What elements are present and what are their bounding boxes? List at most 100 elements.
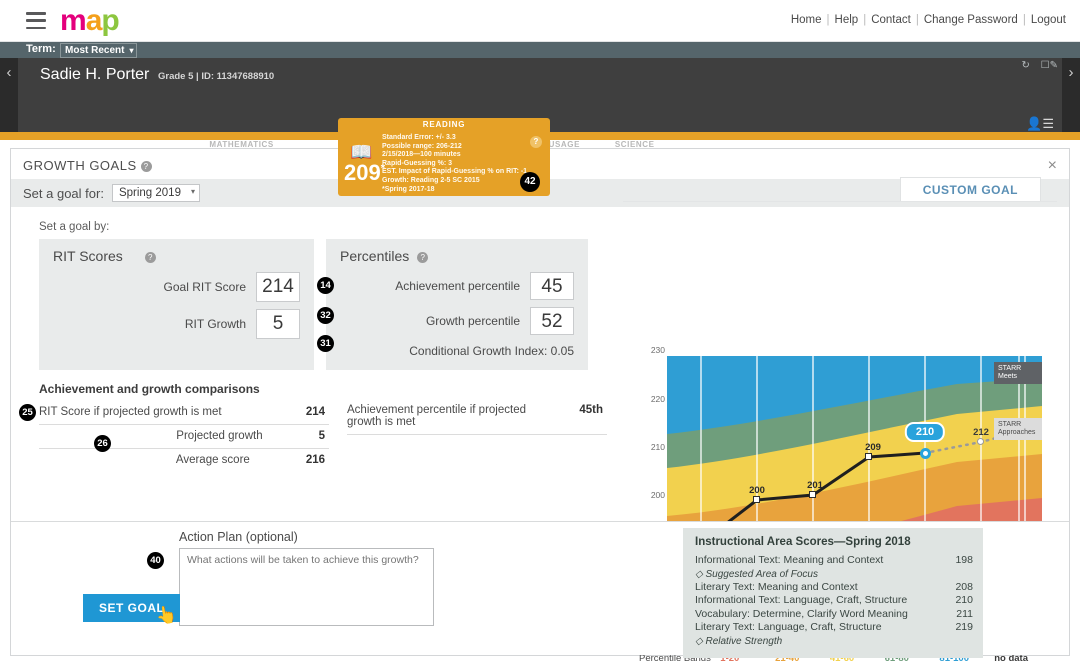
projection-point (977, 438, 984, 445)
map-logo: map (60, 4, 120, 37)
area-value: 198 (955, 554, 973, 566)
set-goal-for-label: Set a goal for: (23, 185, 104, 201)
area-label: Informational Text: Meaning and Context (695, 554, 884, 566)
rit-growth-label: RIT Growth (184, 317, 246, 331)
term-bar: Term: Most Recent (0, 42, 1080, 58)
point-label: 209 (865, 442, 881, 453)
list-item: Informational Text: Language, Craft, Str… (695, 594, 973, 608)
data-point (809, 491, 816, 498)
row-value: 5 (318, 430, 325, 442)
suggested-area-of-focus: ◇ Suggested Area of Focus (695, 568, 818, 580)
row-label: Average score (175, 454, 250, 466)
term-select[interactable]: Most Recent (60, 43, 138, 58)
bullet-26: 26 (94, 435, 111, 452)
reading-score-card[interactable]: READING 📖 209* Standard Error: +/- 3.3 P… (338, 118, 550, 196)
left-column: Set a goal by: RIT Scores? Goal RIT Scor… (11, 207, 623, 472)
instructional-areas-title: Instructional Area Scores—Spring 2018 (695, 536, 911, 548)
percentiles-help-icon[interactable]: ? (417, 252, 429, 263)
point-label: 200 (749, 485, 765, 496)
nav-contact[interactable]: Contact (871, 14, 911, 26)
achievement-percentile-input[interactable]: 45 (530, 272, 574, 300)
panel-title-text: GROWTH GOALS (23, 158, 137, 173)
row-value: 216 (305, 454, 325, 466)
row-label: RIT Score if projected growth is met (39, 406, 222, 418)
map-growth-goals-page: map Home | Help | Contact | Change Password | Lo… (0, 0, 1080, 664)
bullet-25: 25 (19, 404, 36, 421)
next-student-button[interactable]: › (1062, 58, 1080, 132)
row-value: 45th (579, 404, 603, 416)
nav-help[interactable]: Help (835, 14, 859, 26)
close-icon[interactable]: × (1048, 157, 1057, 175)
previous-student-button[interactable]: ‹ (0, 58, 18, 132)
nav-logout[interactable]: Logout (1031, 14, 1066, 26)
instructional-area-scores: Instructional Area Scores—Spring 2018 In… (683, 528, 983, 658)
growth-goals-help-icon[interactable]: ? (140, 161, 152, 172)
reading-score: 209* (344, 160, 385, 185)
reading-detail-line: *Spring 2017-18 (382, 185, 435, 193)
area-label: Informational Text: Language, Craft, Str… (695, 594, 908, 606)
bullet-14: 14 (317, 277, 334, 294)
y-tick: 220 (650, 394, 665, 404)
reading-label: READING (422, 120, 466, 129)
growth-percentile-input[interactable]: 52 (530, 307, 574, 335)
action-plan-section: Action Plan (optional) 40 (147, 530, 434, 629)
hamburger-icon[interactable] (26, 12, 46, 29)
area-value: 211 (956, 607, 973, 620)
reading-badge: 42 (520, 172, 540, 192)
list-item: Literary Text: Meaning and Context 208 (695, 581, 973, 595)
tab-custom-goal[interactable]: CUSTOM GOAL (899, 177, 1041, 202)
bullet-40: 40 (147, 552, 164, 569)
print-save-icon[interactable]: ☐✎ (1041, 60, 1058, 71)
student-name: Sadie H. Porter (40, 66, 150, 83)
starr-meets-label: STARR Meets (994, 362, 1042, 384)
goal-term-select[interactable]: Spring 2019 (111, 184, 200, 202)
rit-growth-row: RIT Growth 5 (53, 309, 300, 339)
bullet-32: 32 (317, 307, 334, 324)
comparisons-right: Achievement percentile if projected grow… (347, 382, 607, 472)
action-plan-input[interactable] (179, 548, 434, 626)
point-label: 201 (807, 480, 823, 491)
refresh-icon[interactable]: ↻ (1021, 60, 1029, 71)
student-meta: Grade 5 | ID: 11347688910 (158, 71, 275, 82)
current-score-bubble: 210 (904, 422, 946, 442)
percentiles-box-title: Percentiles? (340, 248, 574, 264)
list-item: Literary Text: Language, Craft, Structur… (695, 621, 973, 635)
row-label: Projected growth (176, 430, 263, 442)
goal-rit-input[interactable]: 214 (256, 272, 300, 302)
y-tick: 230 (650, 345, 665, 355)
set-goal-by-label: Set a goal by: (39, 221, 110, 233)
rit-growth-input[interactable]: 5 (256, 309, 300, 339)
nav-change-password[interactable]: Change Password (924, 14, 1018, 26)
student-list-icon[interactable]: 👤☰ (1026, 116, 1054, 132)
bullet-31: 31 (317, 335, 334, 352)
table-row: RIT Score if projected growth is met 214 (39, 401, 329, 425)
table-row: Projected growth 5 (39, 425, 329, 449)
area-label: Vocabulary: Determine, Clarify Word Mean… (695, 607, 908, 620)
data-point (865, 453, 872, 460)
nav-home[interactable]: Home (791, 14, 822, 26)
area-label: Literary Text: Language, Craft, Structur… (695, 621, 882, 633)
row-value: 214 (305, 406, 325, 418)
rit-help-icon[interactable]: ? (144, 252, 156, 263)
growth-percentile-row: Growth percentile 52 (340, 307, 574, 335)
area-value: 210 (955, 594, 973, 606)
table-row: Average score 216 (39, 449, 329, 472)
rit-box-title: RIT Scores? (53, 248, 300, 264)
reading-detail-line: 2/15/2018—100 minutes (382, 151, 461, 159)
comparisons-section: Achievement and growth comparisons 25 RI… (19, 382, 623, 472)
action-plan-title: Action Plan (optional) (179, 530, 298, 544)
header-icons: ↻ ☐✎ (1013, 60, 1058, 71)
percentiles-box: Percentiles? 14 Achievement percentile 4… (317, 239, 588, 370)
reading-detail-line: Possible range: 206-212 (382, 142, 462, 150)
term-label: Term: (26, 43, 56, 55)
area-label: Literary Text: Meaning and Context (695, 580, 858, 593)
goal-rit-row: Goal RIT Score 214 (53, 272, 300, 302)
list-item: Informational Text: Meaning and Context … (695, 554, 973, 568)
current-point (919, 447, 931, 459)
student-header: ‹ › Sadie H. Porter Grade 5 | ID: 113476… (0, 58, 1080, 196)
projection-label: 212 (973, 427, 989, 438)
goal-boxes: RIT Scores? Goal RIT Score 214 RIT Growt… (39, 239, 623, 370)
growth-goals-panel: GROWTH GOALS? × Set a goal for: Spring 2… (10, 148, 1070, 664)
table-row: Achievement percentile if projected grow… (347, 399, 607, 435)
reading-help-icon[interactable]: ? (530, 136, 542, 148)
